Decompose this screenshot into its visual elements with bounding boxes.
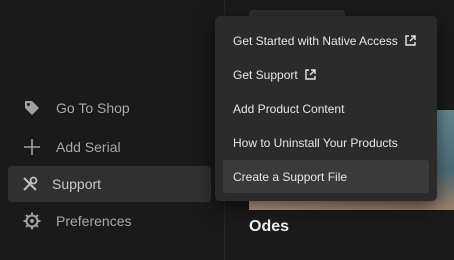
sidebar-item-label: Go To Shop	[56, 100, 130, 116]
sidebar-item-add-serial[interactable]: Add Serial	[8, 129, 211, 165]
external-link-icon	[405, 35, 416, 46]
sidebar-item-label: Add Serial	[56, 139, 121, 155]
menu-item-create-support-file[interactable]: Create a Support File	[223, 160, 429, 193]
tag-icon	[22, 98, 42, 118]
menu-item-add-product-content[interactable]: Add Product Content	[223, 92, 429, 125]
menu-item-label: Create a Support File	[233, 169, 348, 184]
menu-item-label: How to Uninstall Your Products	[233, 135, 398, 150]
external-link-icon	[305, 69, 316, 80]
product-title[interactable]: Odes	[249, 218, 289, 236]
support-menu: Get Started with Native Access Get Suppo…	[215, 16, 437, 201]
menu-item-get-started[interactable]: Get Started with Native Access	[223, 24, 429, 57]
sidebar-item-go-to-shop[interactable]: Go To Shop	[8, 90, 211, 126]
sidebar-item-preferences[interactable]: Preferences	[8, 203, 211, 239]
sidebar-item-label: Preferences	[56, 213, 132, 229]
sidebar: Go To Shop Add Serial Support Preference…	[0, 0, 224, 260]
plus-icon	[22, 137, 42, 157]
menu-item-label: Get Started with Native Access	[233, 33, 398, 48]
menu-item-get-support[interactable]: Get Support	[223, 58, 429, 91]
menu-item-uninstall[interactable]: How to Uninstall Your Products	[223, 126, 429, 159]
menu-item-label: Get Support	[233, 67, 298, 82]
sidebar-item-support[interactable]: Support	[8, 166, 211, 202]
menu-item-label: Add Product Content	[233, 101, 345, 116]
gear-icon	[22, 211, 42, 231]
sidebar-item-label: Support	[52, 176, 102, 192]
tools-icon	[20, 174, 40, 194]
